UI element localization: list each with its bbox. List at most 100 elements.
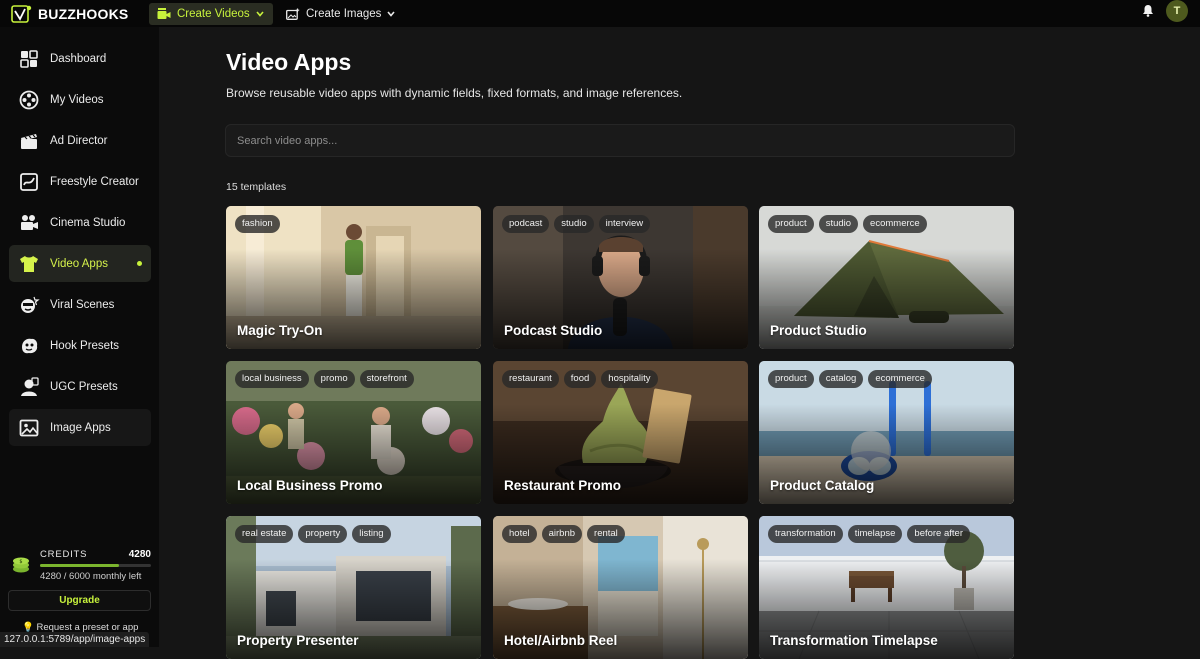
chevron-down-icon (387, 10, 396, 17)
sidebar-item-dashboard[interactable]: Dashboard (9, 40, 151, 77)
card-tags: fashion (235, 215, 280, 233)
create-videos-menu[interactable]: Create Videos (149, 2, 273, 25)
upgrade-button[interactable]: Upgrade (8, 590, 151, 611)
sidebar-item-viral-scenes[interactable]: Viral Scenes (9, 286, 151, 323)
sidebar-item-ugc-presets[interactable]: UGC Presets (9, 368, 151, 405)
sidebar-item-label: Video Apps (50, 257, 108, 270)
hook-presets-icon (18, 335, 40, 357)
brand-logo[interactable]: BUZZHOOKS (11, 4, 151, 24)
template-card[interactable]: real estate property listing Property Prese… (226, 516, 481, 659)
sidebar-item-label: Viral Scenes (50, 298, 115, 311)
credits-subtext: 4280 / 6000 monthly left (40, 571, 142, 582)
tag-badge: restaurant (502, 370, 559, 388)
sidebar-item-video-apps[interactable]: Video Apps (9, 245, 151, 282)
card-title: Hotel/Airbnb Reel (504, 633, 618, 648)
video-camera-icon (157, 7, 171, 20)
sidebar-item-ad-director[interactable]: Ad Director (9, 122, 151, 159)
tag-badge: podcast (502, 215, 550, 233)
tag-badge: fashion (235, 215, 280, 233)
card-tags: transformation timelapse before after (768, 525, 970, 543)
image-plus-icon (286, 8, 300, 20)
freestyle-icon (18, 171, 40, 193)
search-input[interactable] (225, 124, 1015, 157)
tag-badge: local business (235, 370, 309, 388)
sidebar-item-label: UGC Presets (50, 380, 118, 393)
card-title: Product Studio (770, 323, 867, 338)
page-subtitle: Browse reusable video apps with dynamic … (226, 86, 683, 100)
card-tags: podcast studio interview (502, 215, 651, 233)
viral-scenes-icon (18, 294, 40, 316)
coins-icon: $ (11, 556, 31, 579)
template-card[interactable]: restaurant food hospitality Restaurant Prom… (493, 361, 748, 504)
bell-icon[interactable] (1142, 4, 1154, 22)
credits-value: 4280 (128, 549, 151, 560)
active-indicator-dot (137, 261, 142, 266)
tag-badge: ecommerce (868, 370, 932, 388)
card-tags: real estate property listing (235, 525, 391, 543)
tag-badge: listing (352, 525, 391, 543)
logo-mark-icon (11, 4, 33, 24)
sidebar-item-cinema-studio[interactable]: Cinema Studio (9, 204, 151, 241)
page-title: Video Apps (226, 49, 352, 75)
credits-progress-bar (40, 564, 151, 567)
image-icon (18, 417, 40, 439)
svg-text:$: $ (19, 559, 22, 565)
sidebar-item-label: My Videos (50, 93, 104, 106)
template-card[interactable]: podcast studio interview Podcast Studio (493, 206, 748, 349)
tag-badge: promo (313, 370, 355, 388)
tag-badge: food (563, 370, 597, 388)
ugc-presets-icon (18, 376, 40, 398)
tag-badge: catalog (818, 370, 864, 388)
tag-badge: airbnb (541, 525, 583, 543)
sidebar-item-my-videos[interactable]: My Videos (9, 81, 151, 118)
chevron-down-icon (256, 10, 264, 17)
status-bar-url: 127.0.0.1:5789/app/image-apps (0, 632, 150, 647)
tag-badge: storefront (359, 370, 414, 388)
create-images-menu[interactable]: Create Images (278, 3, 403, 25)
tag-badge: before after (907, 525, 970, 543)
tag-badge: hotel (502, 525, 537, 543)
sidebar-item-hook-presets[interactable]: Hook Presets (9, 327, 151, 364)
card-title: Magic Try-On (237, 323, 323, 338)
credits-label: CREDITS (40, 549, 88, 560)
user-avatar[interactable]: T (1166, 0, 1188, 22)
card-title: Property Presenter (237, 633, 359, 648)
card-title: Restaurant Promo (504, 478, 622, 493)
template-card[interactable]: product catalog ecommerce Product Catalog (759, 361, 1014, 504)
tag-badge: property (298, 525, 348, 543)
card-tags: product catalog ecommerce (768, 370, 932, 388)
sidebar-item-label: Cinema Studio (50, 216, 126, 229)
template-card[interactable]: fashion Magic Try-On (226, 206, 481, 349)
shirt-icon (18, 253, 40, 275)
template-card[interactable]: local business promo storefront Local Busin… (226, 361, 481, 504)
template-card[interactable]: hotel airbnb rental Hotel/Airbnb Reel (493, 516, 748, 659)
sidebar-item-label: Ad Director (50, 134, 108, 147)
template-card[interactable]: transformation timelapse before after Trans… (759, 516, 1014, 659)
top-bar: BUZZHOOKS Create Videos Create Images T (0, 0, 1200, 27)
sidebar-item-label: Hook Presets (50, 339, 120, 352)
tag-badge: studio (554, 215, 594, 233)
tag-badge: hospitality (601, 370, 658, 388)
tag-badge: ecommerce (863, 215, 927, 233)
card-title: Local Business Promo (237, 478, 383, 493)
tag-badge: timelapse (847, 525, 903, 543)
card-title: Transformation Timelapse (770, 633, 938, 648)
card-tags: local business promo storefront (235, 370, 414, 388)
sidebar-item-image-apps[interactable]: Image Apps (9, 409, 151, 446)
tag-badge: real estate (235, 525, 294, 543)
dashboard-icon (18, 48, 40, 70)
credits-progress-fill (40, 564, 120, 567)
tag-badge: transformation (768, 525, 843, 543)
brand-name: BUZZHOOKS (38, 5, 129, 22)
create-images-label: Create Images (306, 7, 382, 20)
card-tags: product studio ecommerce (768, 215, 927, 233)
card-title: Product Catalog (770, 478, 875, 493)
tag-badge: studio (818, 215, 859, 233)
cinema-camera-icon (18, 212, 40, 234)
film-reel-icon (18, 89, 40, 111)
sidebar-item-label: Image Apps (50, 421, 111, 434)
template-card[interactable]: product studio ecommerce Product Studio (759, 206, 1014, 349)
sidebar-item-freestyle-creator[interactable]: Freestyle Creator (9, 163, 151, 200)
card-tags: hotel airbnb rental (502, 525, 625, 543)
template-count: 15 templates (226, 181, 287, 193)
